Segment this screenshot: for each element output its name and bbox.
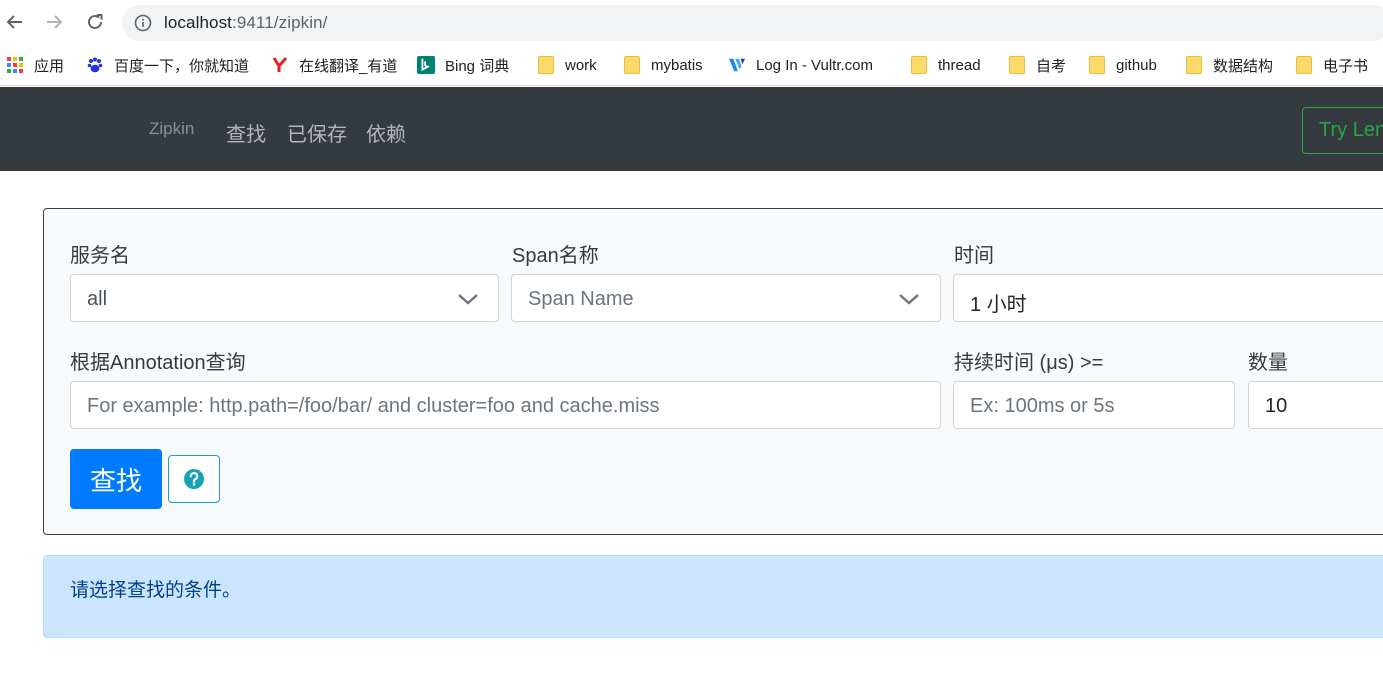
bookmark-label: 在线翻译_有道 xyxy=(299,57,398,75)
bookmark-data-structures[interactable]: 数据结构 xyxy=(1185,54,1273,76)
bookmark-label: thread xyxy=(938,56,981,74)
bookmark-ebooks[interactable]: 电子书 xyxy=(1295,54,1368,76)
bookmark-label: 电子书 xyxy=(1323,57,1369,75)
apps-grid-icon xyxy=(6,56,24,74)
bookmark-label: mybatis xyxy=(651,56,703,74)
time-label: 时间 xyxy=(954,245,994,267)
site-info-icon[interactable] xyxy=(134,14,152,32)
nav-link-saved[interactable]: 已保存 xyxy=(287,118,347,147)
info-alert: 请选择查找的条件。 xyxy=(43,555,1383,638)
annotation-query-label: 根据Annotation查询 xyxy=(70,352,246,374)
help-button[interactable] xyxy=(168,455,220,503)
vultr-icon xyxy=(728,56,746,74)
folder-icon xyxy=(910,56,928,74)
min-duration-label: 持续时间 (μs) >= xyxy=(954,352,1104,374)
service-name-label: 服务名 xyxy=(70,245,130,267)
annotation-query-placeholder: For example: http.path=/foo/bar/ and clu… xyxy=(87,395,660,417)
alert-message: 请选择查找的条件。 xyxy=(70,580,242,601)
address-bar[interactable]: localhost:9411/zipkin/ xyxy=(122,5,1383,41)
reload-icon[interactable] xyxy=(83,10,107,34)
bing-icon xyxy=(417,56,435,74)
limit-label: 数量 xyxy=(1248,352,1288,374)
bookmark-label: Bing 词典 xyxy=(445,57,510,75)
bookmark-label: 数据结构 xyxy=(1213,57,1274,75)
bookmark-work[interactable]: work xyxy=(537,54,597,76)
time-range-select[interactable]: 1 小时 xyxy=(953,274,1383,322)
service-name-select[interactable]: all xyxy=(70,274,499,322)
service-name-value: all xyxy=(87,288,108,310)
bookmark-mybatis[interactable]: mybatis xyxy=(623,54,703,76)
bookmark-bing[interactable]: Bing 词典 xyxy=(417,54,509,76)
folder-icon xyxy=(623,56,641,74)
nav-link-dependencies[interactable]: 依赖 xyxy=(366,118,406,147)
bookmark-label: work xyxy=(565,56,597,74)
url-path: :9411/zipkin/ xyxy=(232,13,328,32)
limit-value: 10 xyxy=(1265,395,1288,417)
bookmark-label: Log In - Vultr.com xyxy=(756,56,873,74)
bookmark-zikao[interactable]: 自考 xyxy=(1008,54,1066,76)
chevron-down-icon xyxy=(458,294,478,305)
nav-link-find[interactable]: 查找 xyxy=(226,118,266,147)
bookmark-label: 百度一下，你就知道 xyxy=(114,57,250,75)
url-host: localhost xyxy=(164,13,232,32)
folder-icon xyxy=(1295,56,1313,74)
bookmark-label: github xyxy=(1116,56,1157,74)
youdao-icon xyxy=(271,56,289,74)
min-duration-placeholder: Ex: 100ms or 5s xyxy=(970,395,1115,417)
folder-icon xyxy=(1008,56,1026,74)
question-circle-icon xyxy=(184,469,204,489)
bookmark-vultr[interactable]: Log In - Vultr.com xyxy=(728,54,873,76)
folder-icon xyxy=(1185,56,1203,74)
search-button[interactable]: 查找 xyxy=(70,449,162,509)
min-duration-input[interactable]: Ex: 100ms or 5s xyxy=(953,381,1235,429)
brand-logo[interactable]: Zipkin xyxy=(149,119,194,139)
search-form-card: 服务名 all Span名称 Span Name 时间 1 小时 根据Annot… xyxy=(43,208,1383,535)
bookmark-label: 应用 xyxy=(34,57,65,75)
forward-arrow-icon[interactable] xyxy=(42,10,66,34)
bookmark-youdao[interactable]: 在线翻译_有道 xyxy=(271,54,397,76)
span-name-label: Span名称 xyxy=(512,245,599,267)
bookmark-thread[interactable]: thread xyxy=(910,54,981,76)
try-lens-button[interactable]: Try Lens UI xyxy=(1302,107,1383,154)
bookmarks-bar: 应用 百度一下，你就知道 在线翻译_有道 Bing 词典 work mybati… xyxy=(0,46,1383,86)
browser-toolbar: localhost:9411/zipkin/ xyxy=(0,0,1383,46)
back-arrow-icon[interactable] xyxy=(3,10,27,34)
baidu-paw-icon xyxy=(86,56,104,74)
chevron-down-icon xyxy=(899,294,919,305)
annotation-query-input[interactable]: For example: http.path=/foo/bar/ and clu… xyxy=(70,381,941,429)
bookmark-apps[interactable]: 应用 xyxy=(6,54,64,76)
folder-icon xyxy=(1088,56,1106,74)
folder-icon xyxy=(537,56,555,74)
url-text: localhost:9411/zipkin/ xyxy=(164,13,328,33)
top-navbar: Zipkin 查找 已保存 依赖 Try Lens UI xyxy=(0,87,1383,171)
span-name-select[interactable]: Span Name xyxy=(511,274,941,322)
limit-input[interactable]: 10 xyxy=(1248,381,1383,429)
span-name-value: Span Name xyxy=(528,288,634,310)
time-range-value: 1 小时 xyxy=(970,294,1027,316)
bookmark-baidu[interactable]: 百度一下，你就知道 xyxy=(86,54,249,76)
bookmark-label: 自考 xyxy=(1036,57,1067,75)
bookmark-github[interactable]: github xyxy=(1088,54,1157,76)
